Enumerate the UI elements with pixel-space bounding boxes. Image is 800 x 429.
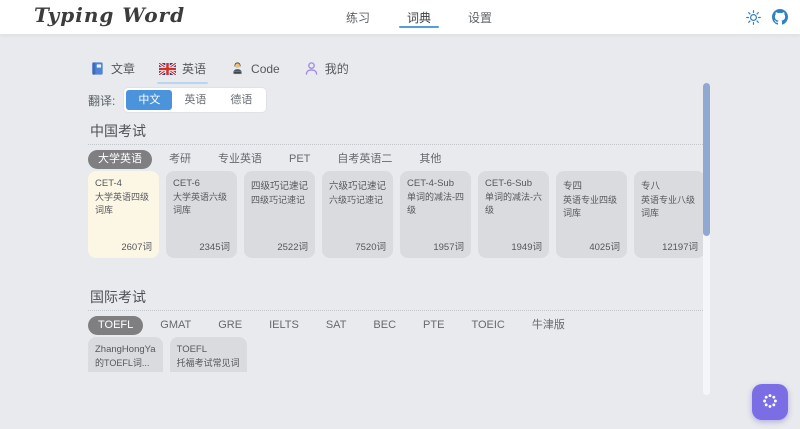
- tab-articles[interactable]: 文章: [88, 58, 137, 85]
- scrollbar-thumb[interactable]: [703, 83, 710, 236]
- dict-card[interactable]: ZhangHongYa 的TOEFL词...: [88, 337, 163, 372]
- nav-item-settings[interactable]: 设置: [466, 0, 494, 34]
- dict-card-word-count: 2522词: [277, 242, 308, 253]
- header-icons: [745, 0, 788, 34]
- dict-card-name: CET-4: [95, 178, 122, 189]
- dict-card-desc: 英语专业四级词库: [563, 195, 618, 219]
- dict-card-desc: 单词的减法-四级: [407, 192, 464, 216]
- filter-chip[interactable]: GMAT: [150, 316, 201, 335]
- dict-card-word-count: 1949词: [511, 242, 542, 253]
- dict-card-desc: 托福考试常见词: [176, 358, 240, 368]
- person-icon: [304, 61, 319, 76]
- filter-chip[interactable]: IELTS: [259, 316, 309, 335]
- dict-card-name: 专八: [641, 181, 661, 192]
- dotted-divider: [88, 310, 705, 311]
- filter-chip[interactable]: 其他: [409, 150, 451, 169]
- translate-option-chinese[interactable]: 中文: [126, 90, 173, 110]
- technologist-icon: [230, 61, 245, 76]
- filter-chip[interactable]: 大学英语: [88, 150, 152, 169]
- dict-card-row: ZhangHongYa 的TOEFL词... TOEFL 托福考试常见词: [88, 337, 247, 372]
- dict-card-name: CET-6-Sub: [485, 178, 532, 189]
- translate-label: 翻译:: [88, 93, 116, 108]
- sun-icon[interactable]: [745, 9, 761, 25]
- dict-card-word-count: 12197词: [662, 242, 698, 253]
- filter-chip-row: 大学英语 考研 专业英语 PET 自考英语二 其他: [88, 150, 451, 169]
- dict-card[interactable]: 六级巧记速记 六级巧记速记 7520词: [322, 171, 393, 258]
- filter-chip[interactable]: 牛津版: [522, 316, 575, 335]
- dict-card-desc: 六级巧记速记: [329, 195, 384, 205]
- filter-chip[interactable]: PTE: [413, 316, 454, 335]
- dict-card-name: 专四: [563, 181, 583, 192]
- dict-card-word-count: 2607词: [121, 242, 152, 253]
- dict-card-name: ZhangHongYa: [95, 344, 156, 355]
- filter-chip[interactable]: 自考英语二: [327, 150, 402, 169]
- filter-chip[interactable]: TOEIC: [461, 316, 514, 335]
- fab-button[interactable]: [752, 384, 788, 420]
- dict-card-name: CET-4-Sub: [407, 178, 454, 189]
- filter-chip[interactable]: SAT: [316, 316, 357, 335]
- top-header: Typing Word 练习 词典 设置: [0, 0, 800, 35]
- tab-label: 文章: [111, 62, 136, 76]
- dict-card-word-count: 2345词: [199, 242, 230, 253]
- translate-segmented-control: 中文 英语 德语: [124, 88, 267, 112]
- translate-option-english[interactable]: 英语: [172, 90, 218, 110]
- section-title: 国际考试: [90, 289, 146, 305]
- tab-label: 我的: [324, 62, 349, 76]
- dict-card-row: CET-4 大学英语四级词库 2607词 CET-6 大学英语六级词库 2345…: [88, 171, 705, 258]
- dict-card-name: 四级巧记速记: [251, 181, 309, 192]
- filter-chip[interactable]: TOEFL: [88, 316, 144, 335]
- dict-card[interactable]: TOEFL 托福考试常见词: [169, 337, 247, 372]
- dict-card-desc: 大学英语四级词库: [95, 192, 150, 216]
- dict-card-name: 六级巧记速记: [329, 181, 387, 192]
- dotted-divider: [88, 144, 705, 145]
- dict-card-desc: 的TOEFL词...: [95, 358, 150, 368]
- dict-card-desc: 四级巧记速记: [251, 195, 306, 205]
- dict-card[interactable]: CET-6 大学英语六级词库 2345词: [166, 171, 237, 258]
- book-icon: [90, 61, 105, 76]
- tab-code[interactable]: Code: [228, 58, 282, 85]
- dict-card-name: TOEFL: [176, 344, 208, 355]
- filter-chip[interactable]: PET: [279, 150, 320, 169]
- dict-type-tabs: 文章 英语 Code 我的: [88, 58, 351, 85]
- dict-card[interactable]: 专四 英语专业四级词库 4025词: [556, 171, 627, 258]
- dict-card[interactable]: CET-4-Sub 单词的减法-四级 1957词: [400, 171, 471, 258]
- dict-card-desc: 英语专业八级词库: [641, 195, 696, 219]
- tab-label: Code: [251, 61, 280, 76]
- dict-card[interactable]: 四级巧记速记 四级巧记速记 2522词: [244, 171, 315, 258]
- github-icon[interactable]: [772, 9, 788, 25]
- filter-chip[interactable]: BEC: [363, 316, 406, 335]
- nav-item-dictionary[interactable]: 词典: [399, 0, 440, 34]
- dict-card-word-count: 7520词: [355, 242, 386, 253]
- nav-item-practice[interactable]: 练习: [344, 0, 372, 34]
- filter-chip-row: TOEFL GMAT GRE IELTS SAT BEC PTE TOEIC 牛…: [88, 316, 575, 335]
- dots-ring-icon: [761, 392, 779, 413]
- tab-label: 英语: [182, 62, 207, 76]
- filter-chip[interactable]: 专业英语: [208, 150, 272, 169]
- filter-chip[interactable]: 考研: [159, 150, 201, 169]
- dict-card-word-count: 4025词: [589, 242, 620, 253]
- filter-chip[interactable]: GRE: [208, 316, 252, 335]
- dict-card-name: CET-6: [173, 178, 200, 189]
- dict-card-desc: 单词的减法-六级: [485, 192, 542, 216]
- uk-flag-icon: [159, 62, 177, 75]
- dict-card[interactable]: CET-4 大学英语四级词库 2607词: [88, 171, 159, 258]
- translate-row: 翻译: 中文 英语 德语: [88, 88, 267, 112]
- dict-card[interactable]: 专八 英语专业八级词库 12197词: [634, 171, 705, 258]
- app-logo: Typing Word: [34, 3, 186, 27]
- dict-card[interactable]: CET-6-Sub 单词的减法-六级 1949词: [478, 171, 549, 258]
- app-window: Typing Word 练习 词典 设置 文章 英语 Code 我的 翻译: 中…: [0, 0, 800, 429]
- tab-mine[interactable]: 我的: [302, 58, 351, 85]
- dict-card-word-count: 1957词: [433, 242, 464, 253]
- tab-english[interactable]: 英语: [157, 58, 209, 85]
- section-title: 中国考试: [90, 123, 146, 139]
- translate-option-german[interactable]: 德语: [218, 90, 264, 110]
- main-nav: 练习 词典 设置: [344, 0, 494, 34]
- dict-card-desc: 大学英语六级词库: [173, 192, 228, 216]
